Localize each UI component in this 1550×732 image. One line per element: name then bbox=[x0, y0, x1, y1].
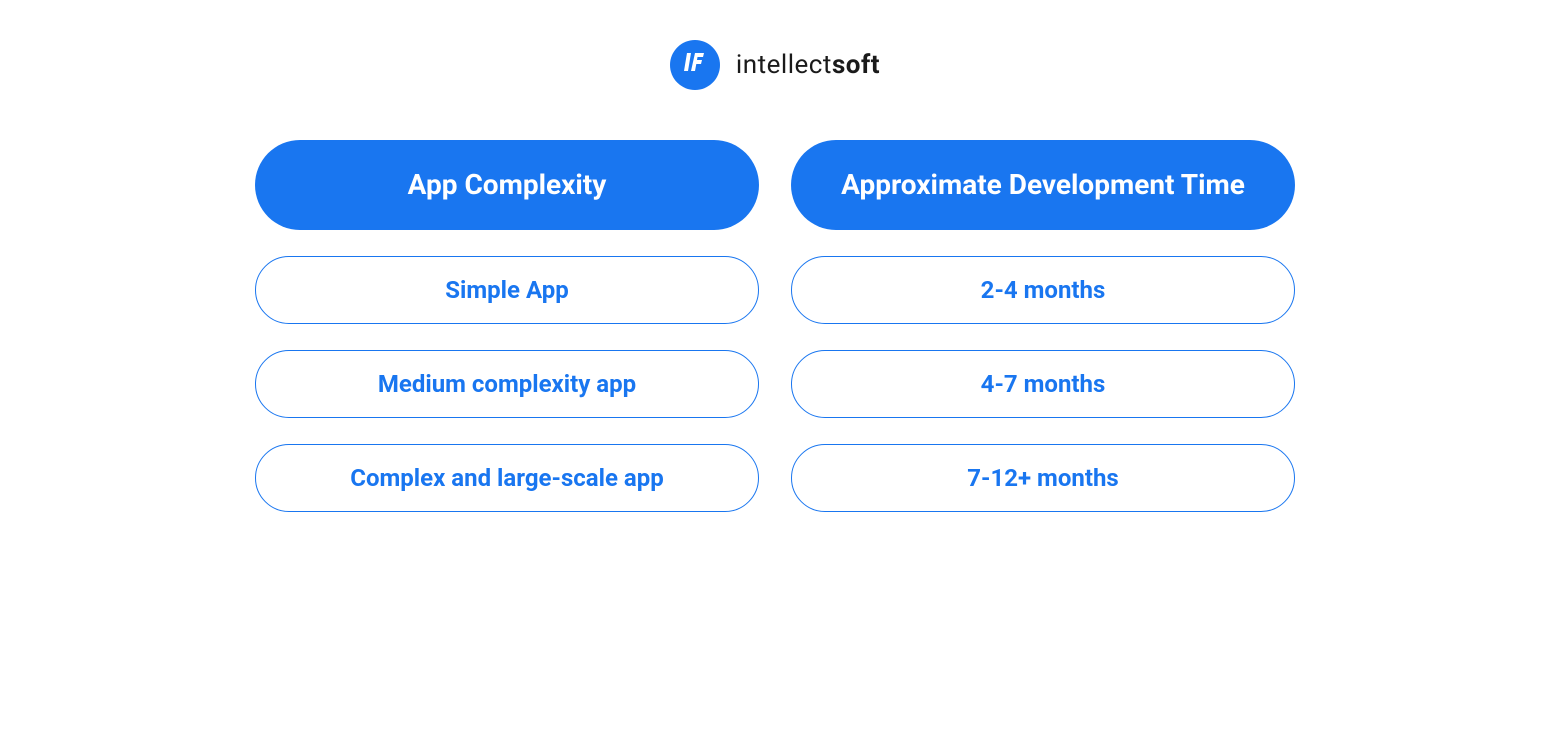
header-complexity: App Complexity bbox=[255, 140, 759, 230]
logo-text-normal: intellect bbox=[736, 50, 832, 80]
header-time: Approximate Development Time bbox=[791, 140, 1295, 230]
logo-text-bold: soft bbox=[832, 50, 880, 80]
table-cell-complexity: Complex and large-scale app bbox=[255, 444, 759, 512]
table-cell-time: 2-4 months bbox=[791, 256, 1295, 324]
logo: intellectsoft bbox=[255, 40, 1295, 90]
logo-mark bbox=[681, 49, 707, 82]
table-cell-time: 7-12+ months bbox=[791, 444, 1295, 512]
table-cell-time: 4-7 months bbox=[791, 350, 1295, 418]
comparison-table: App Complexity Approximate Development T… bbox=[255, 140, 1295, 512]
main-container: intellectsoft App Complexity Approximate… bbox=[135, 40, 1415, 512]
table-cell-complexity: Medium complexity app bbox=[255, 350, 759, 418]
logo-text: intellectsoft bbox=[736, 50, 880, 80]
logo-icon bbox=[670, 40, 720, 90]
table-cell-complexity: Simple App bbox=[255, 256, 759, 324]
